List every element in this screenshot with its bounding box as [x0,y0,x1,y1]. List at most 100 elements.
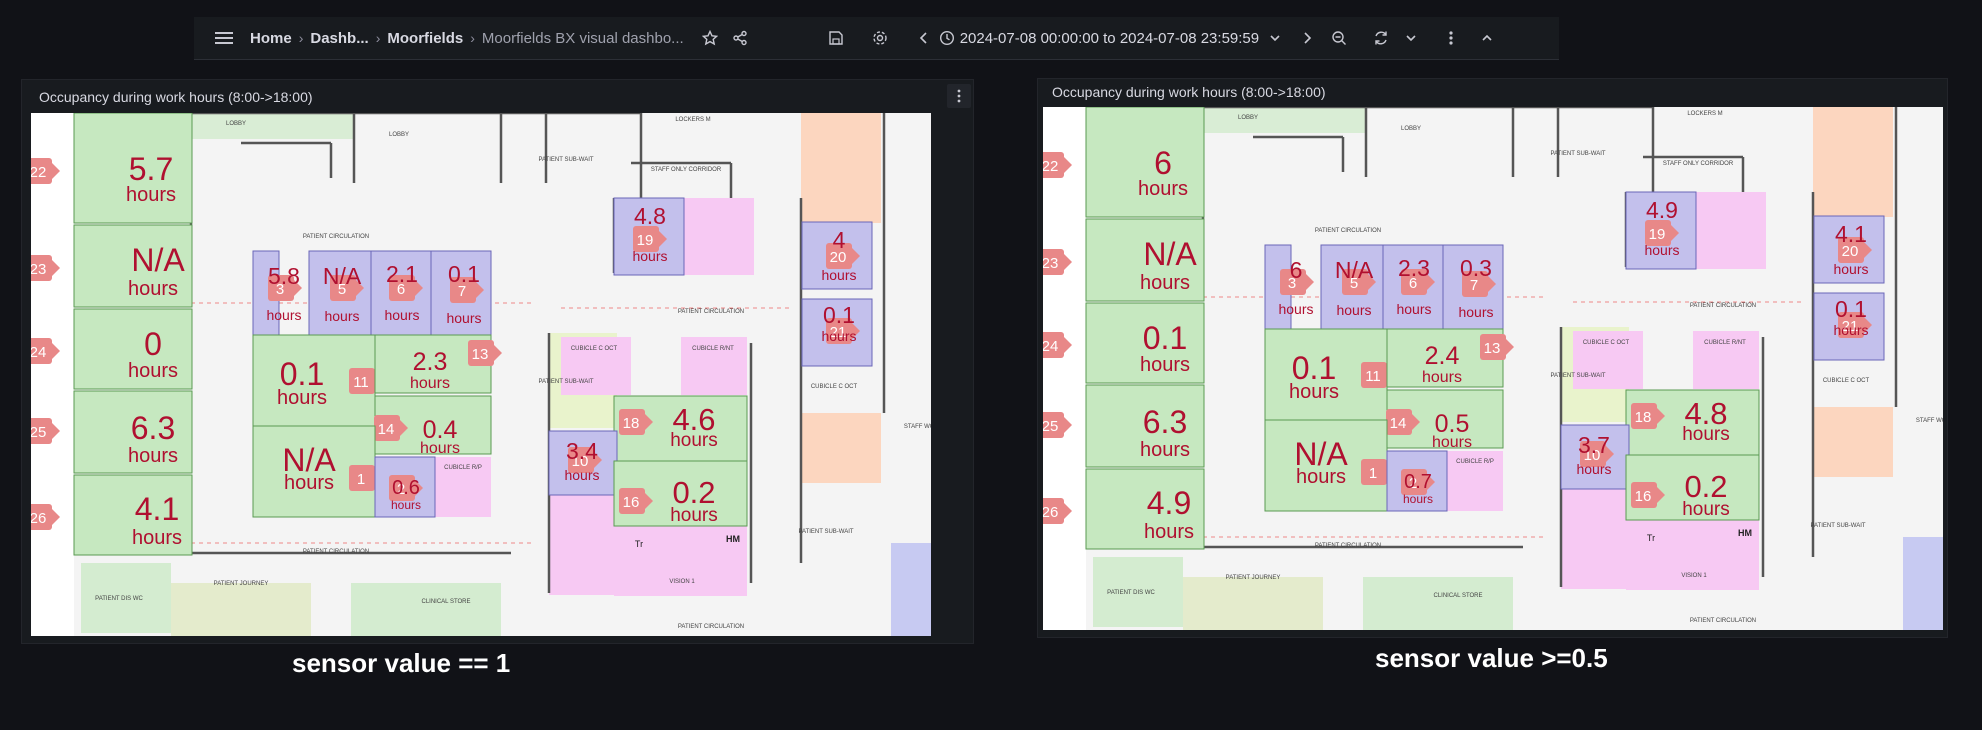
chevron-left-icon[interactable] [910,24,938,52]
refresh-icon[interactable] [1367,24,1395,52]
room-number: 26 [1043,504,1058,521]
room-unit: hours [1140,439,1190,461]
room-number: 24 [1043,338,1058,355]
room-unit: hours [284,472,334,494]
room-unit: hours [266,307,301,323]
room-value: N/A [131,242,185,278]
zone-orange-lower [801,413,881,483]
breadcrumb-folder[interactable]: Moorfields [387,30,463,47]
zone-cubicle-bp [1696,192,1766,269]
room-value: 0.3 [1460,255,1492,281]
room-number: 13 [472,346,489,363]
plan-label: CLINICAL STORE [1433,593,1482,599]
collapse-up-icon[interactable] [1473,24,1501,52]
occupancy-panel-left: Occupancy during work hours (8:00->18:00… [21,79,974,644]
room-number: 1 [357,471,365,488]
room-value: 0.1 [448,261,480,287]
plan-label: PATIENT SUB-WAIT [538,379,593,385]
room-number: 24 [31,344,46,361]
room-unit: hours [1833,322,1868,338]
breadcrumb-dashboard[interactable]: Moorfields BX visual dashbo... [482,30,684,47]
share-icon[interactable] [726,24,754,52]
room-number: 14 [1390,415,1407,432]
chevron-down-icon[interactable] [1261,24,1289,52]
room-value: 0.1 [823,302,855,328]
room-value: 2.1 [386,261,418,287]
star-icon[interactable] [696,24,724,52]
room-unit: hours [1422,369,1462,386]
room-value: N/A [1143,236,1197,272]
panel-caption: sensor value >=0.5 [1375,643,1608,673]
breadcrumb-dashboards[interactable]: Dashb... [310,30,368,47]
room-value: 0.7 [1404,471,1432,493]
room-value: 4.8 [634,203,666,229]
gear-icon[interactable] [866,24,894,52]
floor-plan: LOBBY LOBBY PATIENT CIRCULATION STAFF ONLY … [31,113,931,636]
save-icon[interactable] [822,24,850,52]
room-number: 22 [31,164,46,181]
plan-label: PATIENT JOURNEY [214,581,269,587]
room-unit: hours [1833,261,1868,277]
plan-label: CUBICLE C OCT [1823,378,1870,384]
room-value: 4.1 [1835,221,1867,247]
plan-label: LOBBY [226,121,246,127]
chevron-right-icon[interactable] [1293,24,1321,52]
room-number: 11 [1365,368,1381,385]
plan-label: CUBICLE R/P [444,465,482,471]
menu-icon[interactable] [210,24,238,52]
room-unit: hours [1576,461,1611,477]
zone-clinical-store [1363,577,1513,630]
panel-menu-icon[interactable] [947,84,971,108]
refresh-interval-chevron-icon[interactable] [1397,24,1425,52]
plan-label: PATIENT SUB-WAIT [538,157,593,163]
plan-label: PATIENT CIRCULATION [1690,303,1756,309]
room-number: 23 [31,261,46,278]
room-unit: hours [821,267,856,283]
zone-blue-lower [891,543,931,636]
room-unit: hours [446,310,481,326]
more-vertical-icon[interactable] [1437,24,1465,52]
room-number: 19 [1649,226,1666,243]
zone-patient-journey [171,583,311,636]
room-value: 6 [1290,257,1303,283]
room-unit: hours [1289,381,1339,403]
room-unit: hours [670,505,718,526]
plan-label: PATIENT CIRCULATION [1690,618,1756,624]
panel-caption: sensor value == 1 [292,648,511,678]
room-number: 26 [31,510,46,527]
room-value: 2.4 [1425,342,1460,370]
room-value: 0.1 [1835,296,1867,322]
room-number: 23 [1043,255,1058,272]
room-value: 4.1 [135,491,179,527]
plan-margin [1043,107,1086,630]
room-unit: hours [324,308,359,324]
zoom-out-icon[interactable] [1325,24,1353,52]
zone-orange-lower [1813,407,1893,477]
room-number: 25 [31,424,46,441]
room-unit: hours [391,498,421,512]
room-unit: hours [128,445,178,467]
room-value: 0.1 [1143,320,1187,356]
plan-label: HM [1738,528,1752,538]
plan-label: VISION 1 [1681,573,1707,579]
time-range-picker[interactable]: 2024-07-08 00:00:00 to 2024-07-08 23:59:… [960,30,1259,47]
plan-label: PATIENT CIRCULATION [678,309,744,315]
room-value: N/A [323,263,362,289]
plan-label: Tr [635,539,643,549]
plan-label: PATIENT SUB-WAIT [1550,151,1605,157]
zone-cubicle-left [549,495,617,595]
room-unit: hours [1403,492,1433,506]
room-value: 6.3 [131,410,175,446]
room-value: 6 [1154,145,1172,181]
room-unit: hours [1682,424,1730,445]
zone-cubicle-bp [684,198,754,275]
room-value: 6.3 [1143,404,1187,440]
breadcrumb-home[interactable]: Home [250,30,292,47]
plan-label: HM [726,534,740,544]
room-value: 0 [144,326,162,362]
plan-label: PATIENT SUB-WAIT [1550,373,1605,379]
room-unit: hours [1138,178,1188,200]
panel-title: Occupancy during work hours (8:00->18:00… [39,89,313,105]
plan-label: PATIENT JOURNEY [1226,575,1281,581]
zone-patient-journey [1183,577,1323,630]
